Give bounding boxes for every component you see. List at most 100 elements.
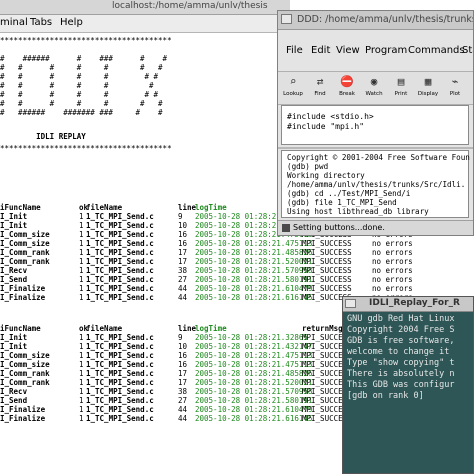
watch-icon: ◉ — [370, 75, 378, 88]
toolbar-break-button[interactable]: ⛔ Break — [334, 74, 360, 102]
cell-line: 44 — [178, 414, 188, 423]
cell-file: 1_TC_MPI_Send.c — [86, 230, 154, 239]
cell-line: 9 — [178, 333, 183, 342]
cell-ok: 1 — [79, 369, 84, 378]
cell-time: 2005-10-28 01:28:21.520021 — [195, 257, 313, 266]
table-row: I_Finalize 1 1_TC_MPI_Send.c 44 2005-10-28 0… — [0, 284, 474, 293]
pane-divider[interactable] — [278, 147, 473, 149]
toolbar-plot-button[interactable]: ⌁ Plot — [442, 74, 468, 102]
cell-file: 1_TC_MPI_Send.c — [86, 239, 154, 248]
toolbar-lookup-button[interactable]: ⌕ Lookup — [280, 74, 306, 102]
table-row: I_Comm_rank 1 1_TC_MPI_Send.c 17 2005-10-28 … — [0, 257, 474, 266]
menu-help[interactable]: Help — [60, 17, 83, 28]
cell-func: I_Comm_rank — [0, 248, 50, 257]
menu-view[interactable]: View — [336, 45, 360, 56]
toolbar-label: Find — [314, 91, 326, 97]
cell-time: 2005-10-28 01:28:21.616145 — [195, 414, 313, 423]
cell-time: 2005-10-28 01:28:21.475113 — [195, 239, 313, 248]
cell-time: 2005-10-28 01:28:21.485826 — [195, 248, 313, 257]
toolbar-find-button[interactable]: ⇄ Find — [307, 74, 333, 102]
toolbar-print-button[interactable]: ▤ Print — [388, 74, 414, 102]
cell-line: 10 — [178, 221, 188, 230]
table-row: I_Send 1 1_TC_MPI_Send.c 27 2005-10-28 01:28… — [0, 275, 474, 284]
ddd-titlebar[interactable]: DDD: /home/amma/unlv/thesis/trunks/Src/I… — [278, 11, 473, 30]
cell-line: 38 — [178, 387, 188, 396]
gdb-line: GDB is free software, — [347, 336, 455, 346]
cell-ok: 1 — [79, 266, 84, 275]
cell-ok: 1 — [79, 387, 84, 396]
cell-file: 1_TC_MPI_Send.c — [86, 333, 154, 342]
cell-func: I_Comm_size — [0, 351, 50, 360]
toolbar-label: Break — [339, 91, 355, 97]
cell-func: I_Comm_rank — [0, 378, 50, 387]
window-menu-icon[interactable] — [281, 14, 292, 24]
column-header-line: line — [178, 203, 197, 212]
gdb-terminal-window: IDLI_Replay_For_R GNU gdb Red Hat Linux C… — [342, 296, 474, 474]
cell-ret: MPI_SUCCESS — [302, 284, 352, 293]
toolbar-watch-button[interactable]: ◉ Watch — [361, 74, 387, 102]
cell-func: I_Finalize — [0, 414, 46, 423]
column-header-func: iFuncName — [0, 324, 41, 333]
cell-time: 2005-10-28 01:28:21.570958 — [195, 387, 313, 396]
cell-err: no errors — [372, 257, 413, 266]
cell-ret: MPI_SUCCESS — [302, 275, 352, 284]
cell-func: I_Init — [0, 342, 28, 351]
cell-line: 17 — [178, 257, 188, 266]
cell-time: 2005-10-28 01:28:21. — [195, 212, 286, 221]
menu-commands[interactable]: Commands — [408, 45, 465, 56]
cell-func: I_Comm_size — [0, 239, 50, 248]
toolbar-label: Lookup — [283, 91, 303, 97]
find-icon: ⇄ — [316, 75, 324, 88]
menu-status[interactable]: Status — [462, 45, 473, 56]
column-header-file: fileName — [86, 324, 123, 333]
cell-time: 2005-10-28 01:28:21.616145 — [195, 293, 313, 302]
column-header-time: logTime — [195, 203, 227, 212]
cell-err: no errors — [372, 248, 413, 257]
status-bar: Setting buttons...done. — [278, 220, 473, 235]
cell-func: I_Comm_rank — [0, 369, 50, 378]
cell-file: 1_TC_MPI_Send.c — [86, 414, 154, 423]
console-line: (gdb) cd ../Test/MPI_Send/i — [287, 189, 411, 198]
cell-line: 17 — [178, 248, 188, 257]
toolbar-display-button[interactable]: ▦ Display — [415, 74, 441, 102]
cell-ret: MPI_SUCCESS — [302, 248, 352, 257]
cell-func: I_Init — [0, 221, 28, 230]
window-menu-icon[interactable] — [345, 299, 356, 308]
cell-func: I_Send — [0, 275, 28, 284]
cell-file: 1_TC_MPI_Send.c — [86, 275, 154, 284]
ddd-title: DDD: /home/amma/unlv/thesis/trunks/Src/I… — [297, 14, 474, 25]
cell-file: 1_TC_MPI_Send.c — [86, 342, 154, 351]
source-line: #include "mpi.h" — [287, 122, 365, 131]
gdb-output[interactable]: GNU gdb Red Hat Linux Copyright 2004 Free… — [347, 314, 454, 402]
cell-line: 9 — [178, 212, 183, 221]
gdb-line: GNU gdb Red Hat Linux — [347, 314, 455, 324]
menu-program[interactable]: Program — [365, 45, 407, 56]
menu-file[interactable]: File — [286, 45, 303, 56]
gdb-console[interactable]: Copyright © 2001-2004 Free Software Foun… — [281, 150, 470, 218]
source-window[interactable]: #include <stdio.h> #include "mpi.h" — [281, 105, 469, 145]
gdb-titlebar[interactable]: IDLI_Replay_For_R — [343, 297, 473, 312]
cell-func: I_Recv — [0, 387, 28, 396]
gdb-line: Type "show copying" t — [347, 358, 455, 368]
cell-line: 27 — [178, 275, 188, 284]
terminal-menubar: minal Tabs Help — [0, 15, 290, 33]
cell-ok: 1 — [79, 221, 84, 230]
menu-edit[interactable]: Edit — [311, 45, 330, 56]
cell-err: no errors — [372, 266, 413, 275]
column-header-file: fileName — [86, 203, 123, 212]
table-row: I_Recv 1 1_TC_MPI_Send.c 38 2005-10-28 01:28… — [0, 266, 474, 275]
cell-file: 1_TC_MPI_Send.c — [86, 387, 154, 396]
cell-ok: 1 — [79, 414, 84, 423]
gdb-line: welcome to change it — [347, 347, 450, 357]
menu-tabs[interactable]: Tabs — [30, 17, 52, 28]
cell-ok: 1 — [79, 284, 84, 293]
cell-func: I_Finalize — [0, 284, 46, 293]
menu-terminal[interactable]: minal — [0, 17, 28, 28]
toolbar-label: Watch — [365, 91, 383, 97]
cell-func: I_Init — [0, 212, 28, 221]
console-line: Copyright © 2001-2004 Free Software Foun — [287, 153, 470, 162]
table-row: I_Comm_size 1 1_TC_MPI_Send.c 16 2005-10-28 … — [0, 239, 474, 248]
status-text: Setting buttons...done. — [293, 223, 385, 232]
terminal-titlebar[interactable]: localhost:/home/amma/unlv/thesis — [0, 0, 290, 15]
source-line: #include <stdio.h> — [287, 112, 374, 121]
